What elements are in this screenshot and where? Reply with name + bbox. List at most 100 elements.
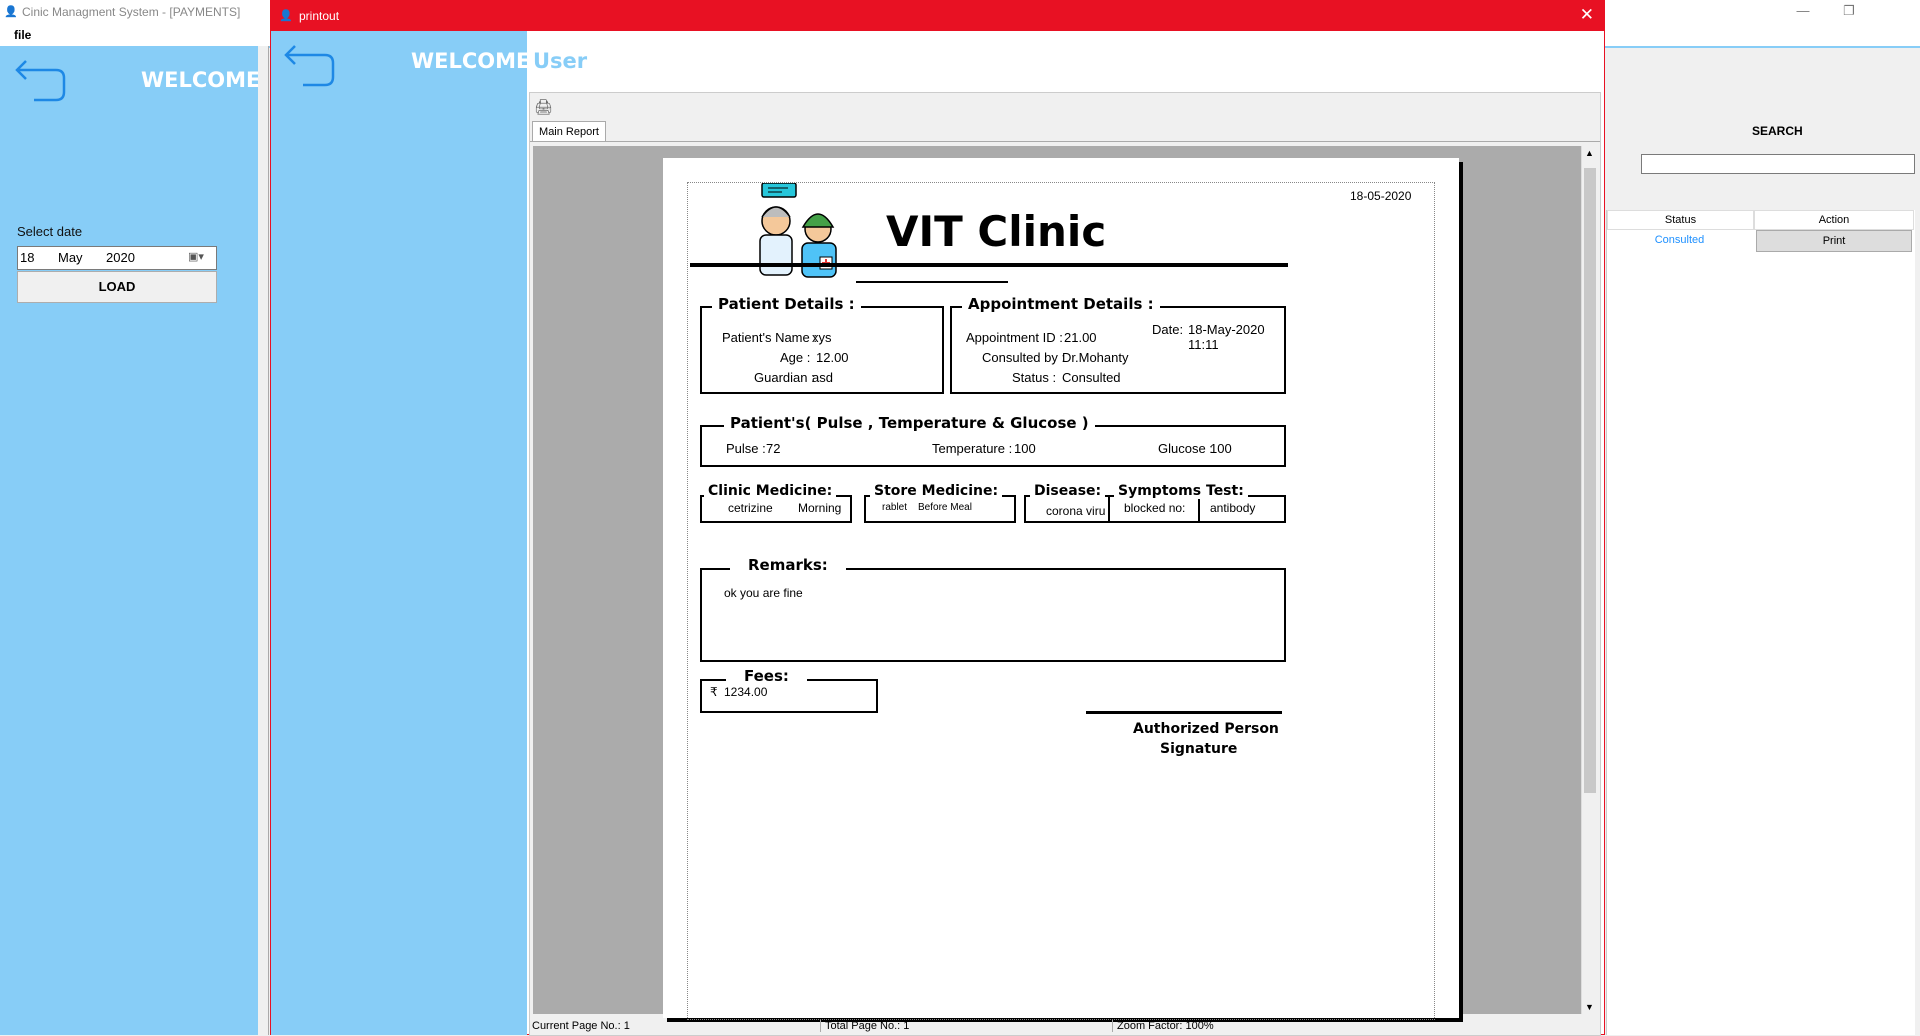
report-page: 18-05-2020 VIT Clinic Patient Details: … — [663, 158, 1459, 1020]
search-title: SEARCH — [1752, 124, 1803, 138]
signature-line2: Signature — [1160, 741, 1238, 757]
scrollbar-thumb[interactable] — [1584, 168, 1596, 793]
age-label: Age : — [780, 350, 811, 365]
appointment-id-label: Appointment ID : — [966, 330, 1063, 345]
store-medicine-timing: Before Meal — [918, 502, 972, 513]
guardian-value: asd — [812, 370, 833, 385]
fees-header: Fees: — [726, 667, 807, 685]
column-header-action[interactable]: Action — [1754, 210, 1914, 230]
dialog-app-icon: 👤 — [279, 10, 293, 22]
printout-dialog: 👤 printout ✕ WELCOME User 🖨 Main Report … — [270, 0, 1605, 1036]
current-page: Current Page No.: 1 — [532, 1020, 630, 1032]
zoom-factor: Zoom Factor: 100% — [1112, 1020, 1214, 1032]
remarks-value: ok you are fine — [724, 586, 803, 600]
date-year[interactable]: 2020 — [106, 250, 135, 265]
main-content-edge — [258, 46, 269, 1035]
store-medicine-box: Store Medicine: rablet Before Meal — [864, 483, 1016, 523]
print-button[interactable]: Print — [1756, 230, 1912, 252]
select-date-label: Select date — [17, 224, 83, 239]
report-viewer: 🖨 Main Report 18-05-2020 VIT Clinic Pati… — [529, 92, 1601, 1036]
appointment-details-header: Appointment Details : — [962, 295, 1160, 313]
status-label: Status : — [1012, 370, 1057, 385]
date-picker[interactable]: 18 May 2020 ▣▾ — [17, 246, 217, 270]
tab-main-report[interactable]: Main Report — [532, 121, 606, 142]
total-page: Total Page No.: 1 — [820, 1020, 909, 1032]
rupee-icon: ₹ — [710, 685, 718, 699]
diagnosis-box: Disease: Symptoms: Test: corona viru blo… — [1024, 483, 1286, 523]
user-name-label: User — [533, 49, 588, 73]
temperature-label: Temperature : — [932, 441, 1013, 456]
back-arrow-icon[interactable] — [12, 56, 66, 102]
load-button[interactable]: LOAD — [17, 271, 217, 303]
print-icon[interactable]: 🖨 — [534, 98, 553, 116]
symptoms-value: blocked no: — [1124, 501, 1186, 515]
vitals-header: Patient's( Pulse , Temperature & Glucose… — [724, 414, 1095, 432]
date-month[interactable]: May — [58, 250, 83, 265]
dialog-title: printout — [299, 9, 340, 23]
menu-file[interactable]: file — [14, 28, 31, 42]
fees-value: 1234.00 — [724, 685, 768, 699]
appointment-date-label: Date: — [1152, 322, 1184, 337]
disease-header: Disease: — [1030, 483, 1106, 499]
search-input[interactable] — [1641, 154, 1915, 174]
vitals-box: Patient's( Pulse , Temperature & Glucose… — [700, 414, 1286, 467]
patient-details-box: Patient Details : Patient's Name : xys A… — [700, 295, 944, 394]
report-canvas: 18-05-2020 VIT Clinic Patient Details: … — [533, 146, 1583, 1020]
test-value: antibody — [1210, 501, 1256, 515]
scroll-down-icon[interactable]: ▼ — [1585, 1002, 1594, 1012]
dialog-title-bar: 👤 printout ✕ — [271, 1, 1604, 31]
glucose-value: 100 — [1210, 441, 1232, 456]
tab-separator — [530, 141, 1600, 142]
clinic-medicine-name: cetrizine — [728, 501, 773, 515]
dialog-welcome-text: WELCOME — [411, 49, 531, 73]
sub-rule — [856, 281, 1008, 283]
remarks-box: Remarks: ok you are fine — [700, 556, 1286, 662]
cell-status[interactable]: Consulted — [1607, 230, 1752, 250]
dialog-sidebar: WELCOME — [271, 31, 531, 1035]
main-sidebar: WELCOME — [0, 46, 261, 1035]
disease-value: corona viru — [1046, 504, 1106, 518]
clinic-name: VIT Clinic — [886, 207, 1107, 256]
fees-box: Fees: ₹ 1234.00 — [700, 667, 878, 713]
guardian-label: Guardian : — [754, 370, 815, 385]
report-date: 18-05-2020 — [1350, 189, 1412, 203]
pulse-label: Pulse : — [726, 441, 766, 456]
clinic-medicine-box: Clinic Medicine: cetrizine Morning — [700, 483, 852, 523]
signature-line1: Authorized Person — [1133, 721, 1279, 737]
report-inner-frame: 18-05-2020 VIT Clinic Patient Details: … — [687, 182, 1435, 1020]
clinic-medicine-header: Clinic Medicine: — [704, 483, 837, 499]
store-medicine-name: rablet — [882, 502, 908, 513]
test-header: Test: — [1202, 483, 1248, 499]
pulse-value: 72 — [766, 441, 781, 456]
clinic-medicine-timing: Morning — [798, 501, 842, 515]
diagnosis-divider-2 — [1198, 497, 1200, 523]
close-icon[interactable]: ✕ — [1580, 5, 1594, 25]
viewer-status-bar: Current Page No.: 1 Total Page No.: 1 Zo… — [530, 1016, 1602, 1036]
date-day[interactable]: 18 — [20, 250, 34, 265]
dialog-back-arrow-icon[interactable] — [281, 41, 335, 87]
appointment-details-box: Appointment Details : Appointment ID : 2… — [950, 295, 1286, 394]
glucose-label: Glucose : — [1158, 441, 1213, 456]
main-welcome-text: WELCOME — [141, 68, 261, 92]
consulted-by-label: Consulted by : — [982, 350, 1066, 365]
patient-name-label: Patient's Name : — [722, 330, 817, 345]
restore-icon[interactable]: ❐ — [1826, 0, 1872, 24]
scroll-up-icon[interactable]: ▲ — [1585, 148, 1594, 158]
signature-line — [1086, 711, 1282, 714]
calendar-dropdown-icon[interactable]: ▣▾ — [188, 250, 204, 263]
main-window-title: Cinic Managment System - [PAYMENTS] — [22, 5, 241, 19]
store-medicine-header: Store Medicine: — [870, 483, 1003, 499]
consulted-by: Dr.Mohanty — [1062, 350, 1129, 365]
app-icon: 👤 — [4, 6, 18, 18]
diagnosis-divider-1 — [1108, 497, 1110, 523]
age-value: 12.00 — [816, 350, 849, 365]
column-header-status[interactable]: Status — [1607, 210, 1754, 230]
temperature-value: 100 — [1014, 441, 1036, 456]
status-value: Consulted — [1062, 370, 1121, 385]
patient-details-header: Patient Details : — [712, 295, 861, 313]
vertical-scrollbar[interactable]: ▲ ▼ — [1581, 146, 1598, 1014]
appointment-date: 18-May-2020 11:11 — [1188, 322, 1265, 352]
symptoms-header: Symptoms: — [1114, 483, 1211, 499]
patient-name: xys — [812, 330, 832, 345]
minimize-icon[interactable]: — — [1780, 0, 1826, 24]
